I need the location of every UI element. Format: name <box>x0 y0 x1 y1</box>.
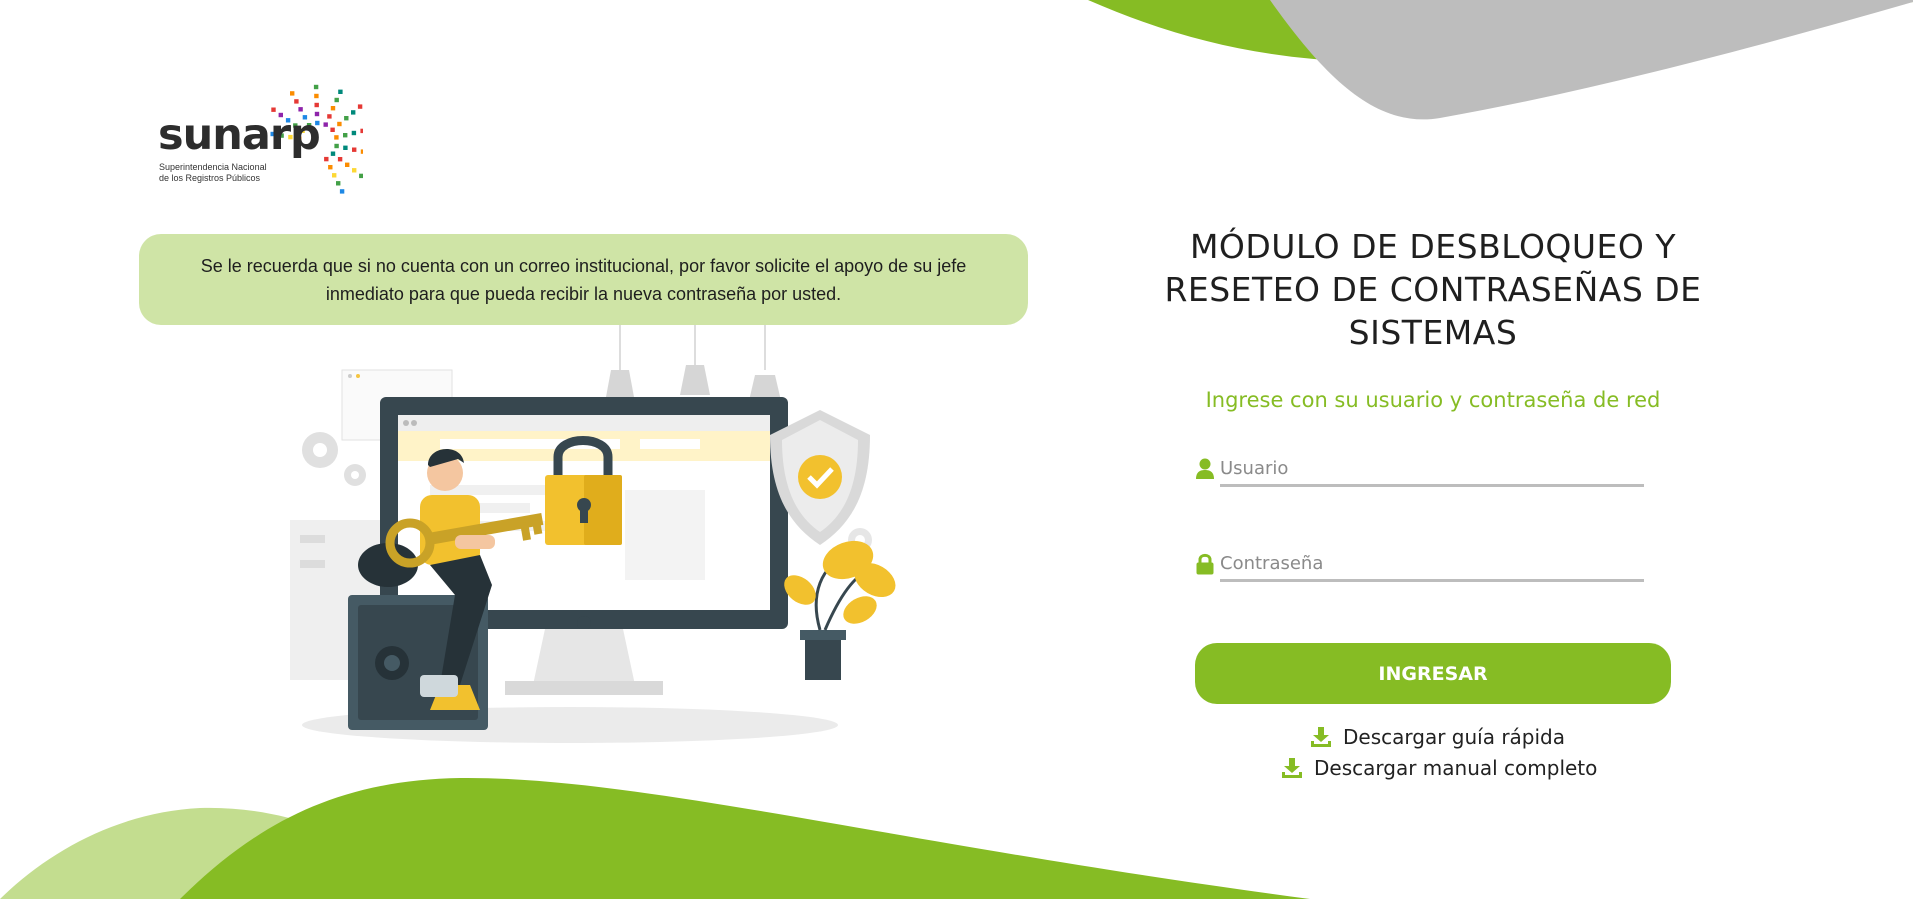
logo-tagline: Superintendencia Nacional de los Registr… <box>159 162 299 184</box>
download-quick-guide-link[interactable]: Descargar guía rápida <box>1310 725 1565 749</box>
logo-tagline-line1: Superintendencia Nacional <box>159 162 267 172</box>
login-button[interactable]: INGRESAR <box>1195 643 1671 704</box>
password-input[interactable] <box>1220 547 1644 582</box>
bottom-green-wave <box>180 777 1310 899</box>
logo-tagline-line2: de los Registros Públicos <box>159 173 261 183</box>
login-subtitle: Ingrese con su usuario y contraseña de r… <box>1205 388 1661 412</box>
security-illustration <box>290 325 896 743</box>
notice-text: Se le recuerda que si no cuenta con un c… <box>200 255 967 304</box>
download-quick-guide-label: Descargar guía rápida <box>1343 725 1566 749</box>
top-grey-wave <box>1270 0 1913 120</box>
download-full-manual-link[interactable]: Descargar manual completo <box>1281 756 1597 780</box>
sunarp-logo: sunarp Superintendencia Nacional de los … <box>158 80 368 195</box>
download-icon <box>1311 727 1331 747</box>
username-field <box>1195 452 1645 488</box>
user-icon <box>1196 458 1214 479</box>
institutional-email-notice: Se le recuerda que si no cuenta con un c… <box>139 234 1028 325</box>
lock-icon <box>1196 553 1214 575</box>
download-full-manual-label: Descargar manual completo <box>1314 756 1598 780</box>
module-title: MÓDULO DE DESBLOQUEO Y RESETEO DE CONTRA… <box>1164 227 1702 352</box>
logo-wordmark: sunarp <box>158 110 321 160</box>
download-icon <box>1282 758 1302 778</box>
username-input[interactable] <box>1220 452 1644 487</box>
password-field <box>1195 547 1645 583</box>
